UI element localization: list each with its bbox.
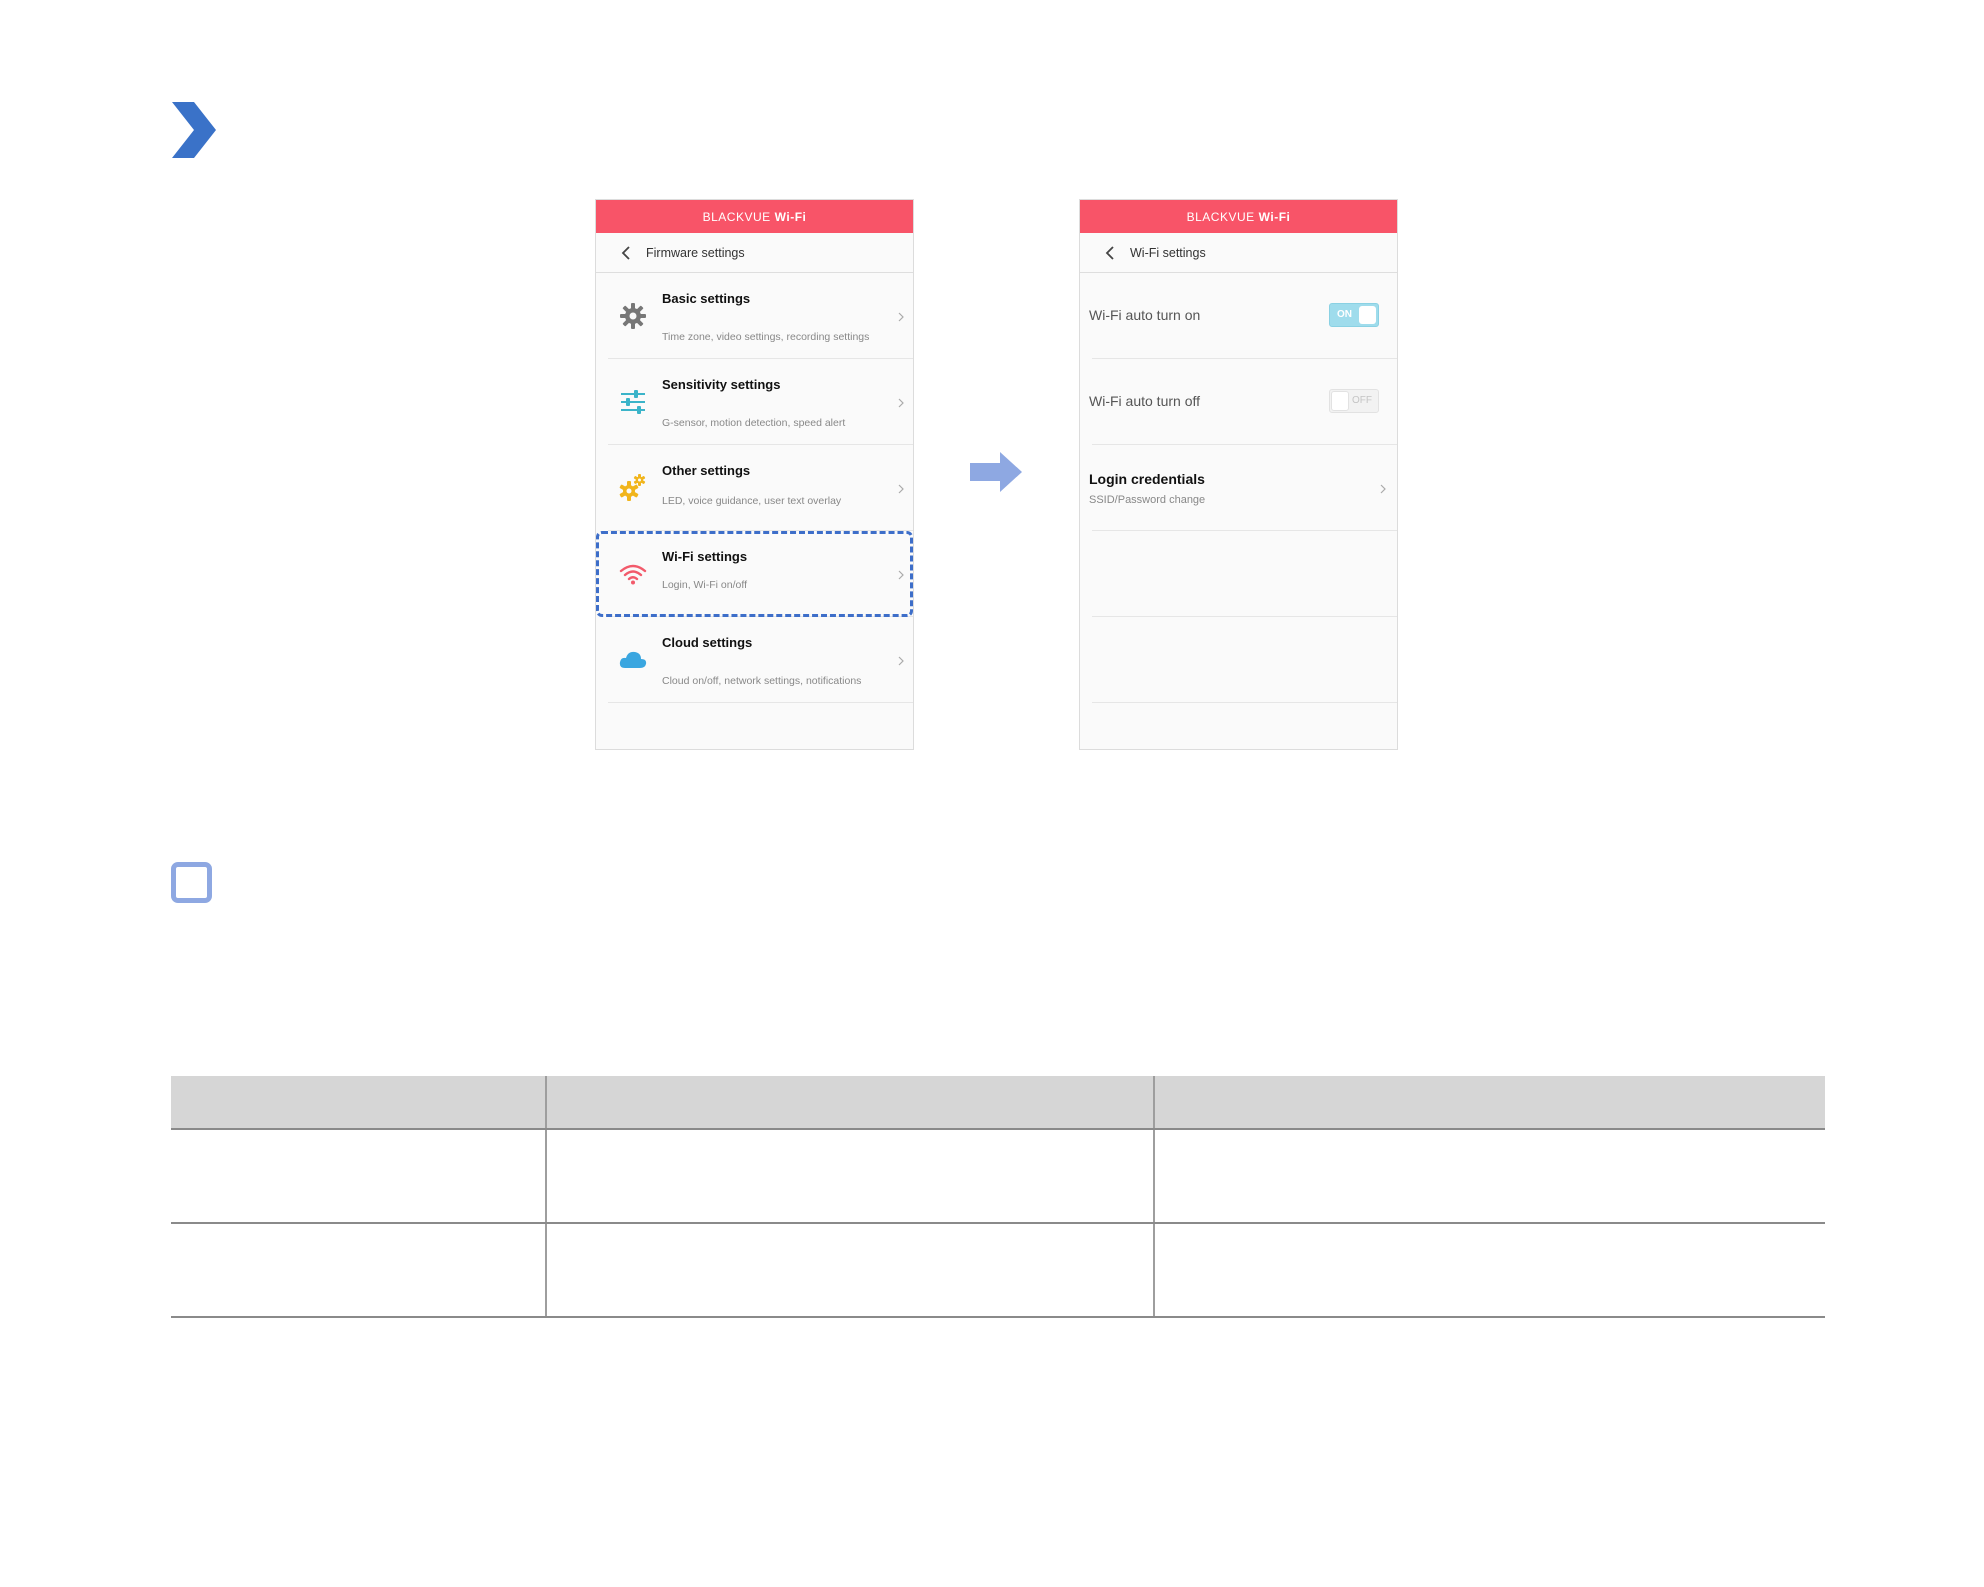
menu-item-title: Cloud settings (662, 635, 753, 650)
cloud-icon (619, 651, 647, 668)
table-cell (171, 1223, 546, 1318)
table-cell (545, 1223, 1154, 1318)
toggle-knob (1331, 391, 1349, 411)
chevron-right-icon (898, 484, 904, 494)
app-bar-suffix: Wi-Fi (1258, 209, 1291, 224)
menu-item-other-settings[interactable]: Other settings LED, voice guidance, user… (608, 445, 913, 531)
menu-item-basic-settings[interactable]: Basic settings Time zone, video settings… (608, 273, 913, 359)
wifi-auto-off-label: Wi-Fi auto turn off (1089, 393, 1201, 409)
menu-item-title: Other settings (662, 463, 751, 478)
firmware-settings-screen: BLACKVUE Wi-Fi Firmware settings Basic s… (595, 199, 914, 750)
table-row (171, 1129, 1825, 1224)
wifi-auto-on-toggle[interactable]: ON (1329, 303, 1379, 327)
app-bar-brand: BLACKVUE (702, 209, 771, 224)
toggle-knob (1359, 306, 1376, 324)
wifi-auto-off-row: Wi-Fi auto turn off OFF (1089, 359, 1397, 445)
chevron-right-icon (1380, 484, 1386, 494)
chevron-right-icon (898, 398, 904, 408)
menu-item-title: Sensitivity settings (662, 377, 781, 392)
menu-item-subtitle: LED, voice guidance, user text overlay (662, 495, 842, 507)
settings-table (171, 1076, 1825, 1318)
empty-row (1092, 617, 1397, 703)
login-credentials-title: Login credentials (1089, 471, 1205, 487)
wifi-auto-on-label: Wi-Fi auto turn on (1089, 307, 1201, 323)
gears-icon (619, 474, 646, 501)
nav-bar: Wi-Fi settings (1080, 233, 1397, 273)
login-credentials-subtitle: SSID/Password change (1089, 494, 1206, 506)
table-cell (1153, 1223, 1825, 1318)
back-chevron-icon[interactable] (616, 242, 638, 264)
menu-item-sensitivity-settings[interactable]: Sensitivity settings G-sensor, motion de… (608, 359, 913, 445)
table-cell (1153, 1129, 1825, 1224)
section-chevron-icon (172, 102, 216, 158)
arrow-right-icon (970, 452, 1022, 492)
empty-row (1092, 531, 1397, 617)
table-header-cell (171, 1076, 546, 1130)
app-bar-suffix: Wi-Fi (774, 209, 807, 224)
back-chevron-icon[interactable] (1100, 242, 1122, 264)
menu-item-subtitle: Time zone, video settings, recording set… (662, 331, 870, 343)
table-header-row (171, 1076, 1825, 1130)
menu-item-cloud-settings[interactable]: Cloud settings Cloud on/off, network set… (608, 617, 913, 703)
app-bar: BLACKVUE Wi-Fi (1080, 200, 1397, 233)
table-header-cell (1153, 1076, 1825, 1130)
wifi-settings-highlight (596, 531, 913, 617)
sliders-icon (621, 390, 645, 414)
toggle-state-text: ON (1337, 309, 1352, 320)
wifi-auto-on-row: Wi-Fi auto turn on ON (1089, 273, 1397, 359)
app-bar-brand: BLACKVUE (1186, 209, 1255, 224)
menu-item-subtitle: Cloud on/off, network settings, notifica… (662, 675, 862, 687)
note-square-icon (171, 862, 212, 903)
table-cell (545, 1129, 1154, 1224)
nav-title: Wi-Fi settings (1130, 245, 1206, 260)
gear-icon (620, 303, 646, 329)
chevron-right-icon (898, 656, 904, 666)
login-credentials-row[interactable]: Login credentials SSID/Password change (1089, 445, 1397, 531)
menu-item-title: Basic settings (662, 291, 751, 306)
wifi-settings-screen: BLACKVUE Wi-Fi Wi-Fi settings Wi-Fi auto… (1079, 199, 1398, 750)
chevron-right-icon (898, 312, 904, 322)
menu-item-subtitle: G-sensor, motion detection, speed alert (662, 417, 846, 429)
table-header-cell (545, 1076, 1154, 1130)
app-bar: BLACKVUE Wi-Fi (596, 200, 913, 233)
toggle-state-text: OFF (1352, 395, 1372, 406)
table-row (171, 1223, 1825, 1318)
nav-title: Firmware settings (646, 245, 745, 260)
nav-bar: Firmware settings (596, 233, 913, 273)
wifi-auto-off-toggle[interactable]: OFF (1329, 389, 1379, 413)
table-cell (171, 1129, 546, 1224)
